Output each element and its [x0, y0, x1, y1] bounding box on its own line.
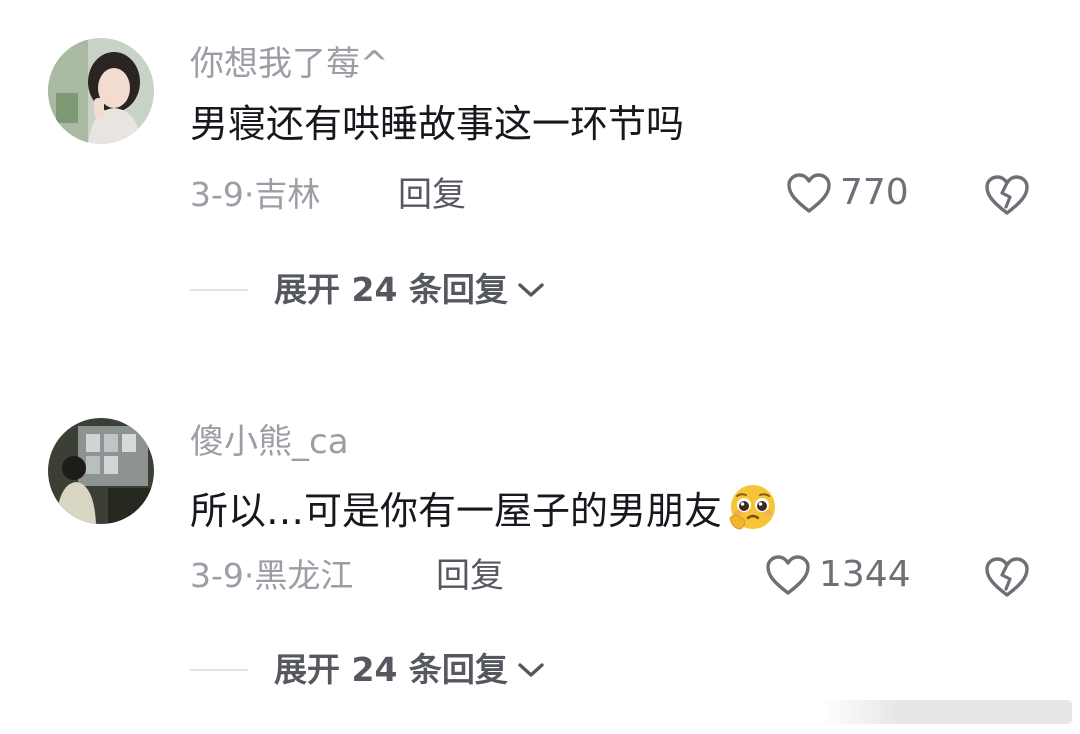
comment-meta: 3-9·吉林: [190, 175, 321, 214]
pleading-face-emoji: [726, 482, 780, 543]
expand-replies[interactable]: 展开 24 条回复: [190, 270, 546, 310]
watermark: [822, 700, 1072, 724]
comment-meta: 3-9·黑龙江: [190, 556, 354, 595]
username[interactable]: 傻小熊_ca: [190, 422, 349, 462]
chevron-down-icon: [518, 663, 544, 677]
like-count: 770: [840, 172, 909, 213]
like-button[interactable]: 1344: [765, 554, 911, 596]
broken-heart-icon: [985, 175, 1029, 215]
divider-line: [190, 669, 248, 671]
reply-button[interactable]: 回复: [436, 556, 504, 596]
avatar[interactable]: [48, 418, 154, 524]
broken-heart-icon: [985, 557, 1029, 597]
expand-replies-label: 展开 24 条回复: [274, 650, 508, 689]
avatar[interactable]: [48, 38, 154, 144]
comment-text: 所以…可是你有一屋子的男朋友: [190, 482, 780, 543]
expand-replies-label: 展开 24 条回复: [274, 270, 508, 309]
chevron-down-icon: [518, 283, 544, 297]
like-count: 1344: [819, 554, 911, 595]
dislike-button[interactable]: [984, 174, 1030, 220]
like-button[interactable]: 770: [786, 172, 909, 214]
expand-replies[interactable]: 展开 24 条回复: [190, 650, 546, 690]
reply-button[interactable]: 回复: [398, 175, 466, 215]
comment-text-content: 所以…可是你有一屋子的男朋友: [190, 489, 723, 533]
heart-icon: [766, 555, 810, 595]
divider-line: [190, 289, 248, 291]
username[interactable]: 你想我了莓^: [190, 44, 389, 84]
comment-text: 男寝还有哄睡故事这一环节吗: [190, 102, 685, 146]
heart-icon: [787, 173, 831, 213]
dislike-button[interactable]: [984, 556, 1030, 602]
